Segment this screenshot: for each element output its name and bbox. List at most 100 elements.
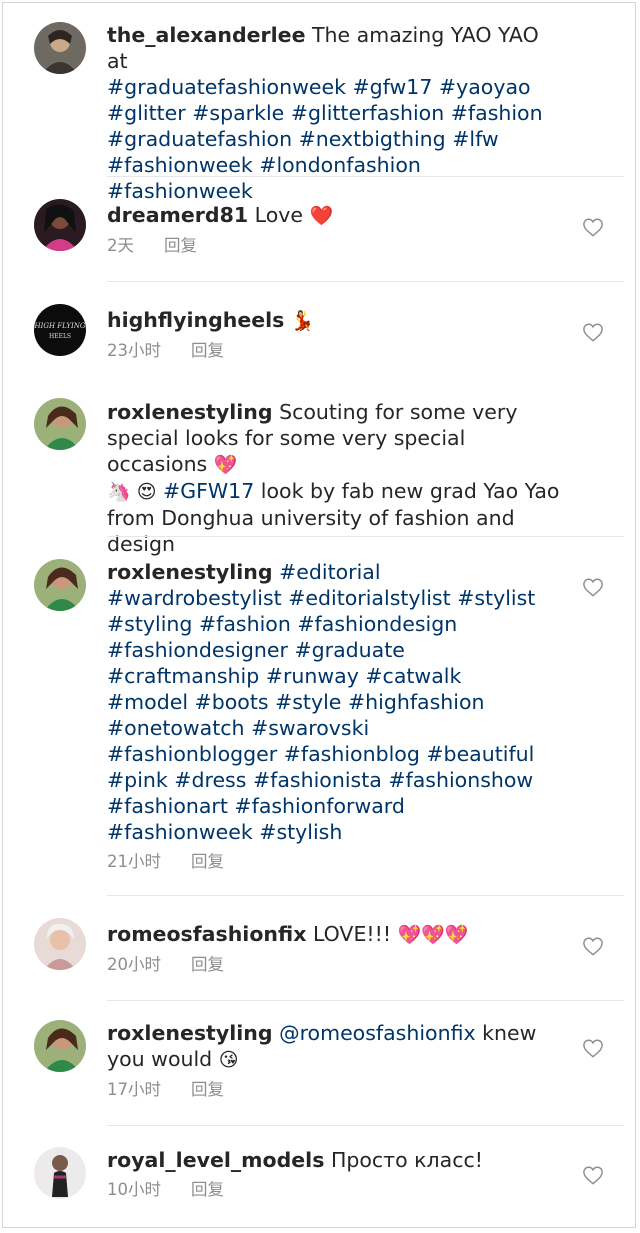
avatar[interactable]	[34, 398, 86, 450]
timestamp: 21小时	[107, 852, 161, 871]
avatar[interactable]	[34, 22, 86, 74]
hashtag[interactable]: #fashionforward	[234, 794, 404, 818]
comment: roxlenestyling Scouting for some very sp…	[34, 398, 604, 556]
hashtag[interactable]: #highfashion	[348, 690, 485, 714]
username[interactable]: roxlenestyling	[107, 560, 273, 584]
hashtag[interactable]: #stylish	[259, 820, 342, 844]
hashtag[interactable]: #craftmanship	[107, 664, 259, 688]
hashtag[interactable]: #onetowatch	[107, 716, 245, 740]
mention[interactable]: @romeosfashionfix	[279, 1021, 476, 1045]
timestamp: 23小时	[107, 341, 161, 360]
reply-button[interactable]: 回复	[191, 955, 224, 974]
timestamp: 2天	[107, 236, 134, 255]
hashtag[interactable]: #runway	[266, 664, 359, 688]
comment: royal_level_models Просто класс! 10小时 回复	[34, 1147, 604, 1211]
hashtag[interactable]: #wardrobestylist	[107, 586, 282, 610]
hashtag[interactable]: #fashionblog	[284, 742, 420, 766]
avatar[interactable]: HIGH FLYING HEELS	[34, 304, 86, 356]
avatar[interactable]	[34, 1020, 86, 1072]
hashtag[interactable]: #model	[107, 690, 188, 714]
reply-button[interactable]: 回复	[191, 1080, 224, 1099]
hashtag[interactable]: #fashionista	[253, 768, 382, 792]
dancer-emoji: 💃	[290, 310, 315, 332]
comment: romeosfashionfix LOVE!!! 💖💖💖 20小时 回复	[34, 918, 604, 988]
hashtag[interactable]: #fashionblogger	[107, 742, 277, 766]
hashtag[interactable]: #sparkle	[192, 101, 284, 125]
reply-button[interactable]: 回复	[191, 341, 224, 360]
comment-text: you would	[107, 1047, 213, 1071]
hashtag[interactable]: #glitterfashion	[291, 101, 444, 125]
avatar[interactable]	[34, 1147, 86, 1199]
like-heart-icon[interactable]	[582, 322, 604, 342]
sparkling-heart-emoji: 💖💖💖	[397, 924, 469, 946]
reply-button[interactable]: 回复	[164, 236, 197, 255]
hashtag[interactable]: #gfw17	[352, 75, 432, 99]
kiss-emoji: 😘	[218, 1049, 239, 1071]
hashtag[interactable]: #boots	[195, 690, 269, 714]
timestamp: 10小时	[107, 1180, 161, 1199]
reply-button[interactable]: 回复	[191, 852, 224, 871]
avatar[interactable]	[34, 918, 86, 970]
comment: roxlenestyling #editorial #wardrobestyli…	[34, 559, 604, 879]
username[interactable]: the_alexanderlee	[107, 23, 305, 47]
avatar[interactable]	[34, 199, 86, 251]
like-heart-icon[interactable]	[582, 217, 604, 237]
hashtag[interactable]: #yaoyao	[439, 75, 531, 99]
comment-text: knew	[482, 1021, 537, 1045]
caption: the_alexanderlee The amazing YAO YAO at …	[34, 22, 604, 203]
hashtag[interactable]: #lfw	[452, 127, 499, 151]
divider	[107, 281, 624, 282]
comment: HIGH FLYING HEELS highflyingheels 💃 23小时 回…	[34, 304, 604, 374]
comment-text: Love	[254, 203, 303, 227]
reply-button[interactable]: 回复	[191, 1180, 224, 1199]
hashtag[interactable]: #pink	[107, 768, 168, 792]
hashtag[interactable]: #fashiondesigner	[107, 638, 288, 662]
like-heart-icon[interactable]	[582, 1038, 604, 1058]
svg-text:HEELS: HEELS	[49, 333, 71, 340]
username[interactable]: roxlenestyling	[107, 400, 273, 424]
hashtag[interactable]: #fashionweek	[107, 153, 253, 177]
hashtag[interactable]: #graduate	[294, 638, 404, 662]
hashtag[interactable]: #nextbigthing	[299, 127, 446, 151]
hashtag[interactable]: #fashionweek	[107, 820, 253, 844]
like-heart-icon[interactable]	[582, 577, 604, 597]
avatar[interactable]	[34, 559, 86, 611]
timestamp: 20小时	[107, 955, 161, 974]
hashtag[interactable]: #style	[275, 690, 341, 714]
hashtag[interactable]: #catwalk	[365, 664, 461, 688]
hashtag[interactable]: #styling	[107, 612, 192, 636]
hashtag[interactable]: #fashionshow	[388, 768, 533, 792]
hashtag[interactable]: #stylist	[457, 586, 535, 610]
hashtag[interactable]: #dress	[174, 768, 246, 792]
hashtag[interactable]: #swarovski	[251, 716, 369, 740]
hashtag[interactable]: #editorialstylist	[288, 586, 450, 610]
divider	[107, 176, 624, 177]
hashtag[interactable]: #graduatefashion	[107, 127, 292, 151]
hashtag[interactable]: #beautiful	[426, 742, 534, 766]
like-heart-icon[interactable]	[582, 1165, 604, 1185]
hashtag[interactable]: #fashionart	[107, 794, 228, 818]
comment-text: Просто класс!	[330, 1148, 483, 1172]
comment: roxlenestyling @romeosfashionfix knew yo…	[34, 1020, 604, 1110]
hashtag[interactable]: #editorial	[279, 560, 380, 584]
divider	[107, 895, 624, 896]
username[interactable]: highflyingheels	[107, 308, 284, 332]
username[interactable]: roxlenestyling	[107, 1021, 273, 1045]
username[interactable]: royal_level_models	[107, 1148, 324, 1172]
hashtag[interactable]: #graduatefashionweek	[107, 75, 346, 99]
emoji: 🦄 😍	[107, 481, 157, 503]
username[interactable]: dreamerd81	[107, 203, 248, 227]
divider	[107, 536, 624, 537]
comment-text: LOVE!!!	[312, 922, 392, 946]
hashtag[interactable]: #glitter	[107, 101, 186, 125]
divider	[107, 1000, 624, 1001]
hashtag[interactable]: #fashion	[199, 612, 291, 636]
username[interactable]: romeosfashionfix	[107, 922, 306, 946]
hashtag[interactable]: #fashiondesign	[297, 612, 457, 636]
timestamp: 17小时	[107, 1080, 161, 1099]
comment: dreamerd81 Love ❤️ 2天 回复	[34, 199, 604, 269]
hashtag[interactable]: #fashion	[451, 101, 543, 125]
hashtag[interactable]: #GFW17	[163, 479, 254, 503]
hashtag[interactable]: #londonfashion	[259, 153, 421, 177]
like-heart-icon[interactable]	[582, 936, 604, 956]
